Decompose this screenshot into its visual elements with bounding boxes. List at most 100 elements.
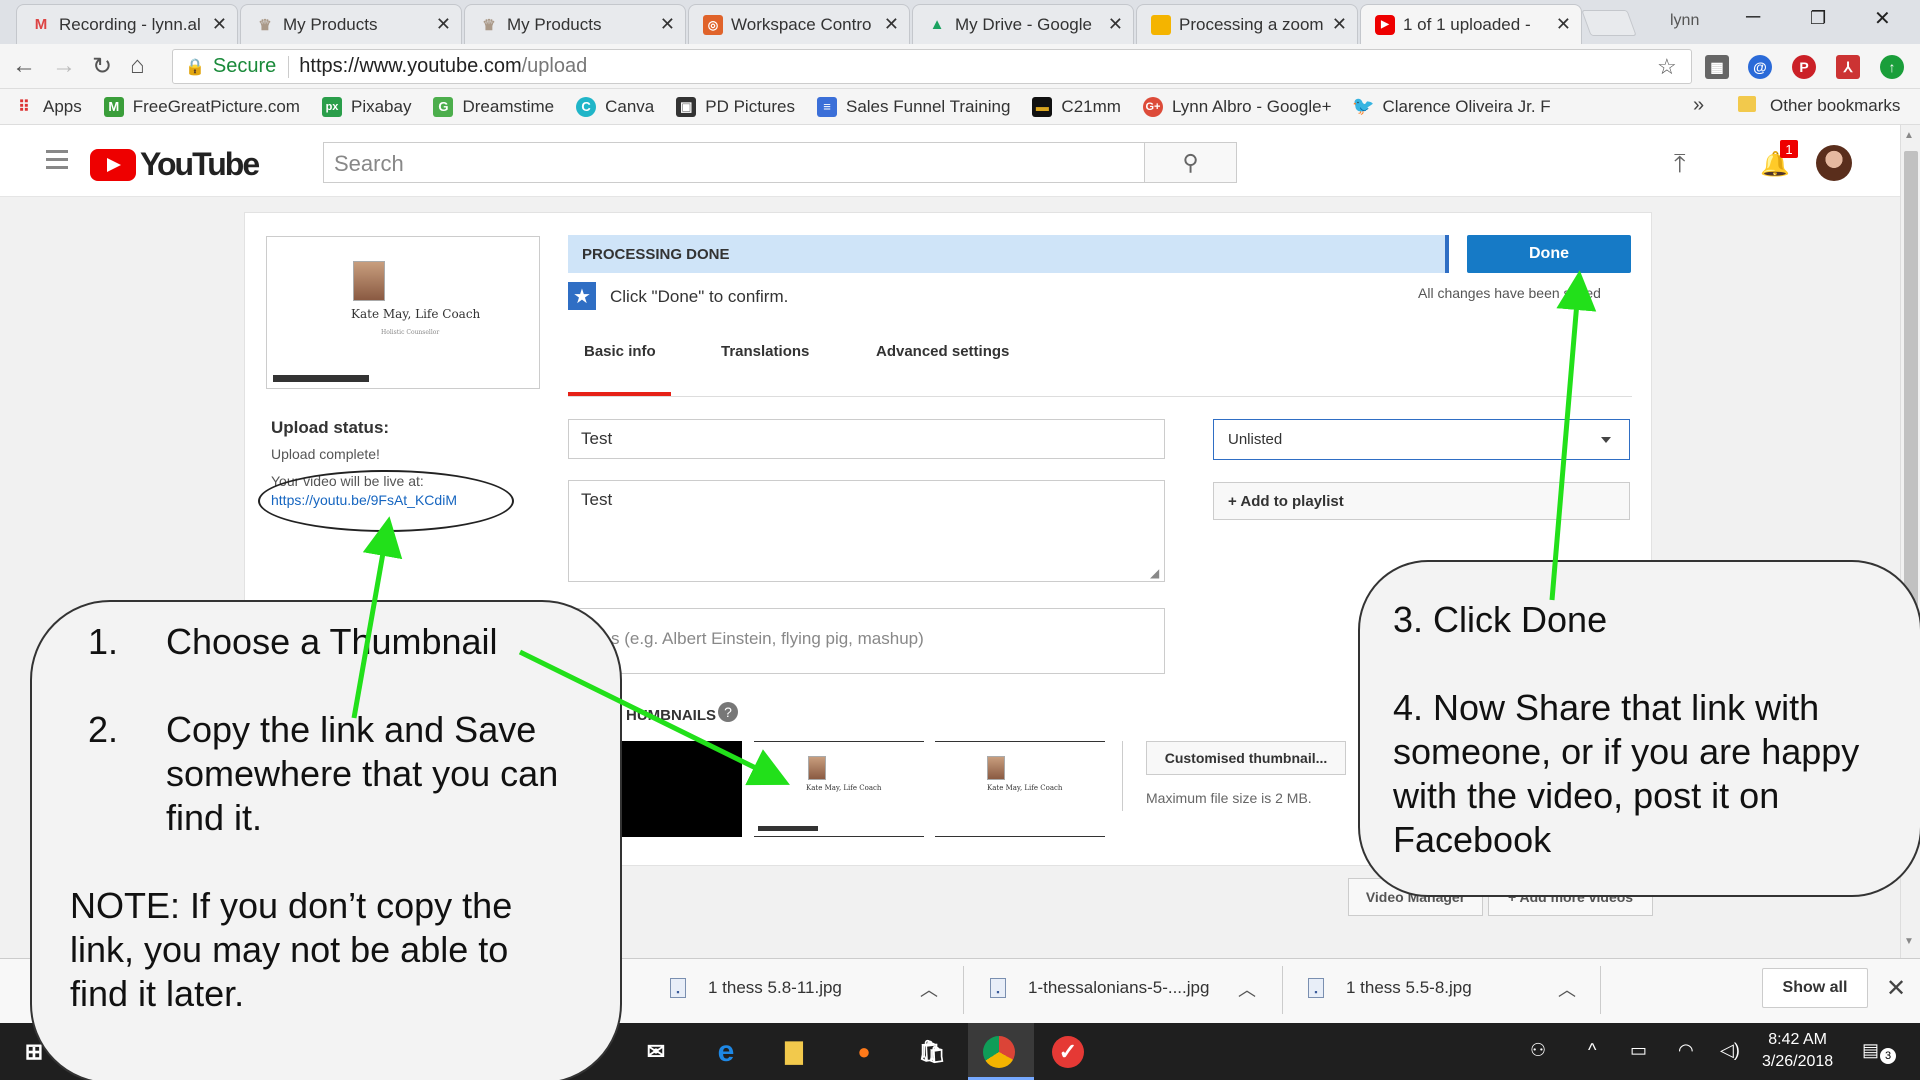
taskbar-clock[interactable]: 8:42 AM 3/26/2018 (1762, 1029, 1833, 1073)
search-input[interactable]: Search (323, 142, 1145, 183)
extension-icon[interactable]: ↑ (1880, 55, 1904, 79)
download-item[interactable]: ▪ 1-thessalonians-5-....jpg (990, 978, 1209, 998)
forward-icon[interactable]: → (52, 52, 76, 80)
browser-tab[interactable]: ▲ My Drive - Google ✕ (912, 4, 1134, 44)
search-button[interactable]: ⚲ (1144, 142, 1237, 183)
bookmark-label: Apps (43, 96, 82, 116)
privacy-select[interactable]: Unlisted (1213, 419, 1630, 460)
close-icon[interactable]: ✕ (1108, 14, 1123, 35)
volume-icon[interactable]: ◁) (1720, 1040, 1740, 1061)
divider (1282, 966, 1283, 1014)
close-icon[interactable]: ✕ (436, 14, 451, 35)
product-icon: ♛ (482, 16, 496, 34)
close-icon[interactable]: ✕ (884, 14, 899, 35)
close-icon[interactable]: ✕ (1556, 14, 1571, 35)
home-icon[interactable]: ⌂ (130, 52, 145, 80)
file-explorer-icon[interactable]: ▇ (776, 1034, 812, 1070)
preview-progress-strip (758, 826, 818, 831)
chrome-icon[interactable] (983, 1036, 1015, 1068)
browser-tab-active[interactable]: ▶ 1 of 1 uploaded - ✕ (1360, 4, 1582, 44)
show-all-button[interactable]: Show all (1762, 968, 1868, 1008)
bookmark-item[interactable]: ≡ Sales Funnel Training (816, 96, 1010, 117)
reload-icon[interactable]: ↻ (92, 52, 112, 81)
title-input[interactable]: Test (568, 419, 1165, 459)
chevron-up-icon[interactable]: ︿ (920, 976, 938, 1002)
bookmark-item[interactable]: px Pixabay (321, 96, 411, 117)
address-bar[interactable]: 🔒 Secure https://www.youtube.com/upload (172, 49, 1692, 84)
tab-title: My Products (283, 14, 378, 34)
youtube-logo[interactable]: YouTube (90, 146, 260, 183)
browser-tab[interactable]: M Recording - lynn.al ✕ (16, 4, 238, 44)
bookmark-label: Clarence Oliveira Jr. F (1382, 96, 1551, 116)
bookmark-star-icon[interactable]: ☆ (1657, 54, 1677, 80)
browser-tab[interactable]: ♛ My Products ✕ (240, 4, 462, 44)
restore-icon[interactable]: ❐ (1810, 8, 1826, 29)
chevron-up-icon[interactable]: ︿ (1238, 976, 1256, 1002)
minimize-icon[interactable]: ─ (1746, 6, 1760, 29)
upload-icon[interactable]: ⤒ (1674, 148, 1686, 180)
action-center-icon[interactable]: ▤ (1862, 1040, 1879, 1061)
avatar[interactable] (1816, 145, 1852, 181)
scrollbar-thumb[interactable] (1904, 151, 1918, 621)
pinterest-icon[interactable]: P (1792, 55, 1816, 79)
description-textarea[interactable]: Test (568, 480, 1165, 582)
mail-icon[interactable]: ✉ (638, 1034, 674, 1070)
help-icon[interactable]: ? (718, 702, 738, 722)
profile-name[interactable]: lynn (1670, 12, 1699, 30)
bookmark-item[interactable]: ▣ PD Pictures (676, 96, 795, 117)
tab-basic-info[interactable]: Basic info (584, 343, 656, 360)
product-icon: ♛ (258, 16, 272, 34)
tray-chevron-icon[interactable]: ^ (1588, 1040, 1596, 1061)
pixabay-icon: px (321, 96, 342, 117)
wifi-icon[interactable]: ◠ (1678, 1040, 1694, 1061)
battery-icon[interactable]: ▭ (1630, 1040, 1647, 1061)
bookmark-apps[interactable]: ⠿ Apps (14, 97, 82, 117)
back-icon[interactable]: ← (12, 52, 36, 80)
thumbnail-option-3[interactable]: Kate May, Life Coach (935, 741, 1105, 837)
download-item[interactable]: ▪ 1 thess 5.8-11.jpg (670, 978, 842, 998)
folder-icon (1738, 96, 1756, 112)
browser-tab[interactable]: ♛ My Products ✕ (464, 4, 686, 44)
tab-translations[interactable]: Translations (721, 343, 809, 360)
done-button[interactable]: Done (1467, 235, 1631, 273)
firefox-icon[interactable]: ● (846, 1034, 882, 1070)
add-to-playlist-button[interactable]: + Add to playlist (1213, 482, 1630, 520)
browser-tab[interactable]: ◎ Workspace Contro ✕ (688, 4, 910, 44)
chevron-up-icon[interactable]: ︿ (1558, 976, 1576, 1002)
bookmark-item[interactable]: M FreeGreatPicture.com (103, 96, 300, 117)
scroll-down-icon[interactable]: ▼ (1904, 936, 1914, 947)
close-icon[interactable]: ✕ (660, 14, 675, 35)
bookmark-item[interactable]: G+ Lynn Albro - Google+ (1142, 96, 1332, 117)
close-downloads-icon[interactable]: ✕ (1886, 974, 1906, 1003)
edge-icon[interactable]: e (708, 1034, 744, 1070)
other-bookmarks[interactable]: Other bookmarks (1770, 96, 1900, 116)
store-icon[interactable]: 🛍 (914, 1034, 950, 1070)
scroll-up-icon[interactable]: ▲ (1904, 130, 1914, 141)
tab-advanced-settings[interactable]: Advanced settings (876, 343, 1009, 360)
window-close-icon[interactable]: ✕ (1874, 6, 1891, 31)
close-icon[interactable]: ✕ (1332, 14, 1347, 35)
resize-handle-icon[interactable]: ◢ (1150, 566, 1159, 580)
custom-thumbnail-button[interactable]: Customised thumbnail... (1146, 741, 1346, 775)
workspace-icon: ◎ (703, 14, 723, 35)
download-item[interactable]: ▪ 1 thess 5.5-8.jpg (1308, 978, 1472, 998)
tab-title: Recording - lynn.al (59, 14, 201, 34)
bookmark-item[interactable]: G Dreamstime (433, 96, 554, 117)
slides-icon (1151, 14, 1171, 35)
browser-tab[interactable]: Processing a zoom ✕ (1136, 4, 1358, 44)
thumbnail-option-2[interactable]: Kate May, Life Coach (754, 741, 924, 837)
extension-icon[interactable]: @ (1748, 55, 1772, 79)
extension-icon[interactable]: ▦ (1705, 55, 1729, 79)
close-icon[interactable]: ✕ (212, 14, 227, 35)
bookmarks-overflow-icon[interactable]: » (1693, 94, 1704, 117)
bookmark-item[interactable]: ▬ C21mm (1032, 96, 1121, 117)
thumbnail-option-1[interactable] (622, 741, 742, 837)
hamburger-menu-icon[interactable] (46, 150, 68, 174)
people-icon[interactable]: ⚇ (1530, 1040, 1546, 1061)
bookmark-item[interactable]: C Canva (576, 96, 654, 117)
new-tab-button[interactable] (1581, 10, 1637, 36)
pdf-icon[interactable]: ⅄ (1836, 55, 1860, 79)
todoist-icon[interactable]: ✓ (1052, 1036, 1084, 1068)
tags-input[interactable]: s (e.g. Albert Einstein, flying pig, mas… (568, 608, 1165, 674)
bookmark-item[interactable]: 🐦 Clarence Oliveira Jr. F (1352, 96, 1551, 117)
